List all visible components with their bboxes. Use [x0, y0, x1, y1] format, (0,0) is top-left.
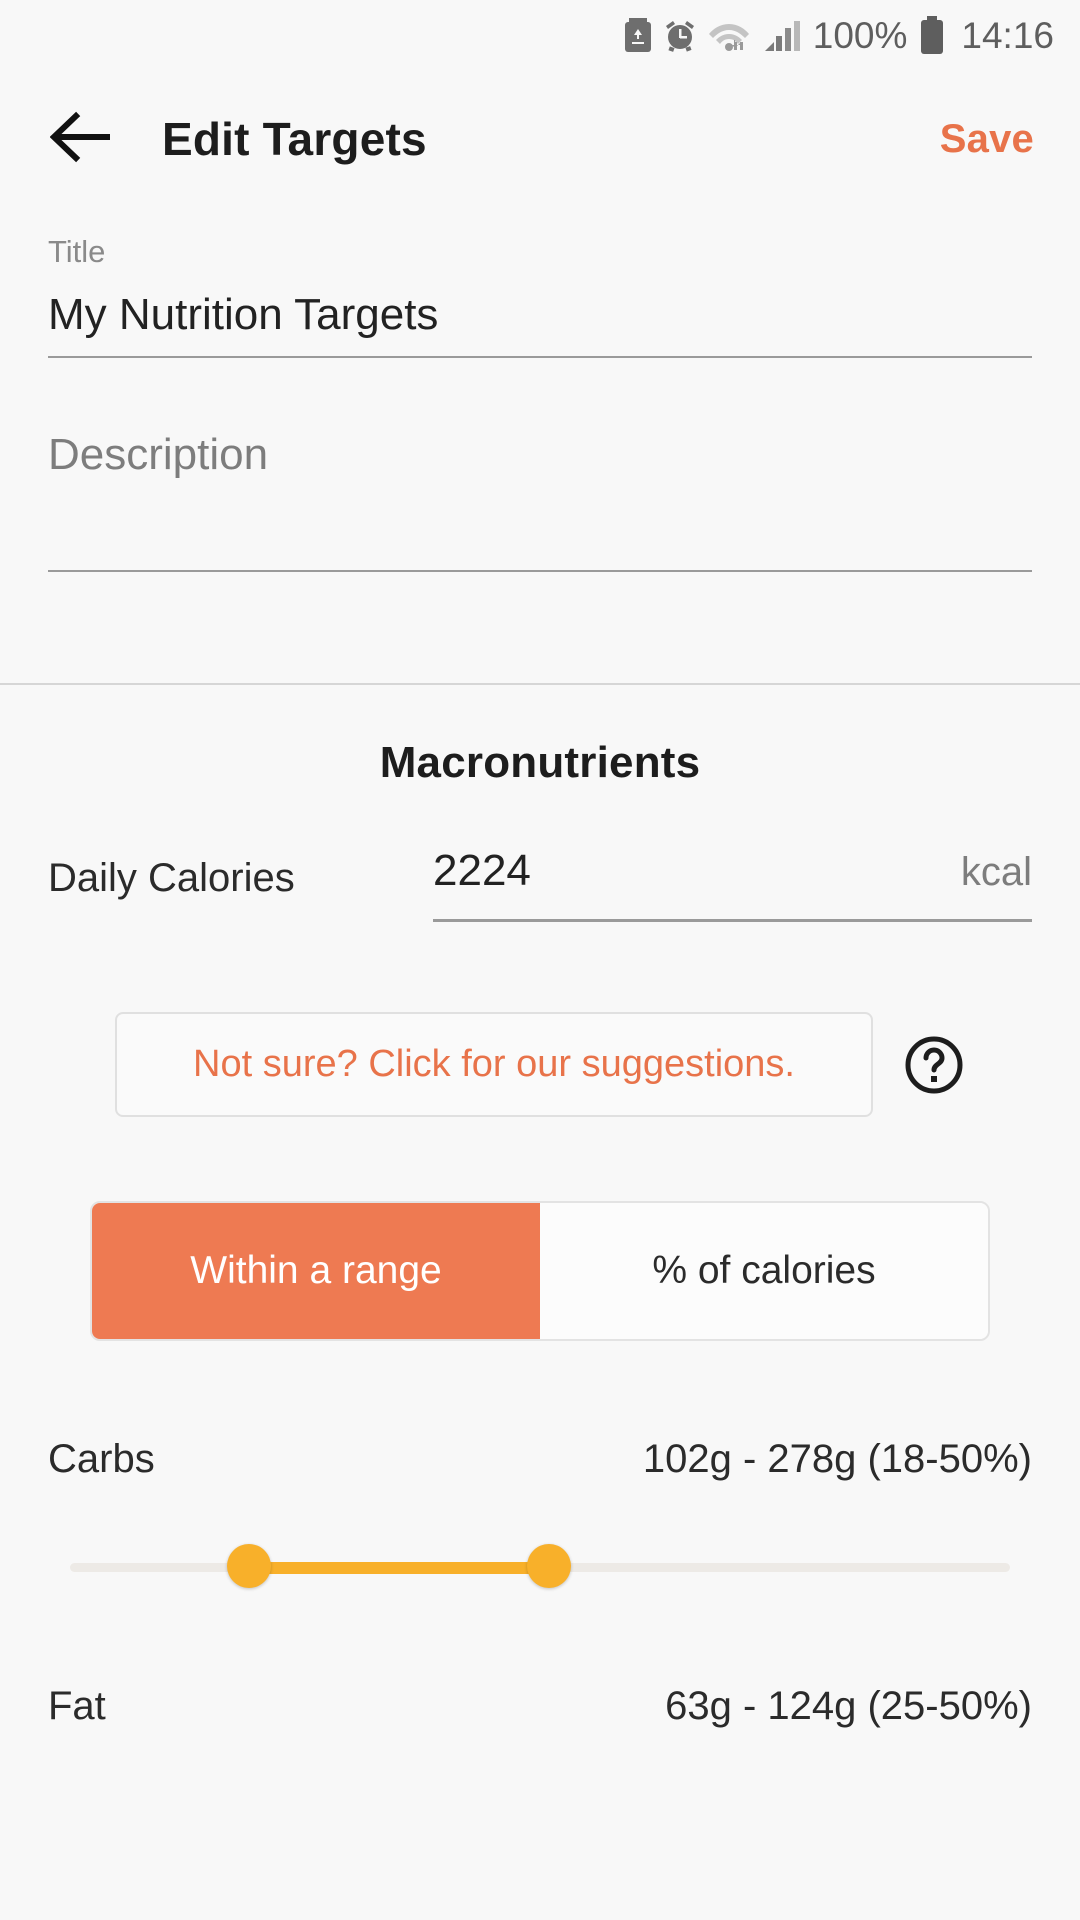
- macro-row-fat: Fat 63g - 124g (25-50%): [0, 1684, 1080, 1729]
- daily-calories-underline: [433, 919, 1032, 922]
- form-spacer: [0, 358, 1080, 410]
- app-screen: 100% 14:16 Edit Targets Save Title My Nu…: [0, 0, 1080, 1920]
- app-bar: Edit Targets Save: [0, 70, 1080, 208]
- carbs-range-slider[interactable]: [70, 1544, 1010, 1588]
- daily-calories-input[interactable]: 2224: [433, 846, 531, 896]
- page-title: Edit Targets: [162, 113, 427, 165]
- suggestions-label: Not sure? Click for our suggestions.: [193, 1043, 795, 1085]
- title-field-group: Title My Nutrition Targets: [0, 208, 1080, 358]
- description-field-body: [48, 496, 1032, 570]
- battery-saver-icon: [624, 18, 651, 52]
- daily-calories-unit: kcal: [960, 850, 1032, 894]
- toggle-option-within-a-range[interactable]: Within a range: [92, 1203, 540, 1339]
- macro-row-carbs: Carbs 102g - 278g (18-50%): [0, 1437, 1080, 1482]
- wifi-icon: [708, 18, 753, 52]
- alarm-icon: [663, 18, 697, 52]
- carbs-slider-thumb-low[interactable]: [226, 1544, 271, 1588]
- daily-calories-input-wrap: 2224 kcal: [433, 846, 1032, 896]
- help-circle-icon[interactable]: [903, 1034, 965, 1096]
- title-field-label: Title: [48, 234, 106, 269]
- description-input[interactable]: Description: [48, 410, 1032, 496]
- targets-form: Title My Nutrition Targets Description: [0, 208, 1080, 572]
- macro-value-carbs: 102g - 278g (18-50%): [642, 1437, 1032, 1481]
- suggestions-button[interactable]: Not sure? Click for our suggestions.: [115, 1012, 873, 1117]
- battery-percent-label: 100%: [812, 14, 908, 56]
- clock-label: 14:16: [961, 14, 1054, 56]
- macro-mode-toggle: Within a range % of calories: [90, 1201, 990, 1341]
- description-field-group: Description: [0, 410, 1080, 572]
- daily-calories-label: Daily Calories: [48, 856, 295, 900]
- back-arrow-icon: [49, 110, 114, 169]
- macronutrients-heading: Macronutrients: [379, 738, 701, 787]
- macro-value-fat: 63g - 124g (25-50%): [665, 1684, 1032, 1728]
- daily-calories-row: Daily Calories 2224 kcal: [0, 846, 1080, 901]
- description-field-underline: [48, 570, 1032, 572]
- carbs-slider-thumb-high[interactable]: [527, 1544, 572, 1588]
- back-button[interactable]: [22, 79, 142, 199]
- macronutrients-section: Macronutrients Daily Calories 2224 kcal …: [0, 686, 1080, 1729]
- battery-icon: [919, 16, 945, 54]
- macro-name-fat: Fat: [48, 1684, 106, 1728]
- section-divider: [0, 683, 1080, 685]
- status-bar: 100% 14:16: [0, 0, 1080, 70]
- title-input[interactable]: My Nutrition Targets: [48, 270, 1032, 356]
- save-button[interactable]: Save: [940, 117, 1034, 162]
- toggle-option-percent-of-calories[interactable]: % of calories: [540, 1203, 988, 1339]
- suggestion-row: Not sure? Click for our suggestions.: [0, 1012, 1080, 1117]
- cellular-signal-icon: [764, 18, 801, 52]
- macro-name-carbs: Carbs: [48, 1437, 155, 1481]
- carbs-slider-fill: [248, 1562, 550, 1574]
